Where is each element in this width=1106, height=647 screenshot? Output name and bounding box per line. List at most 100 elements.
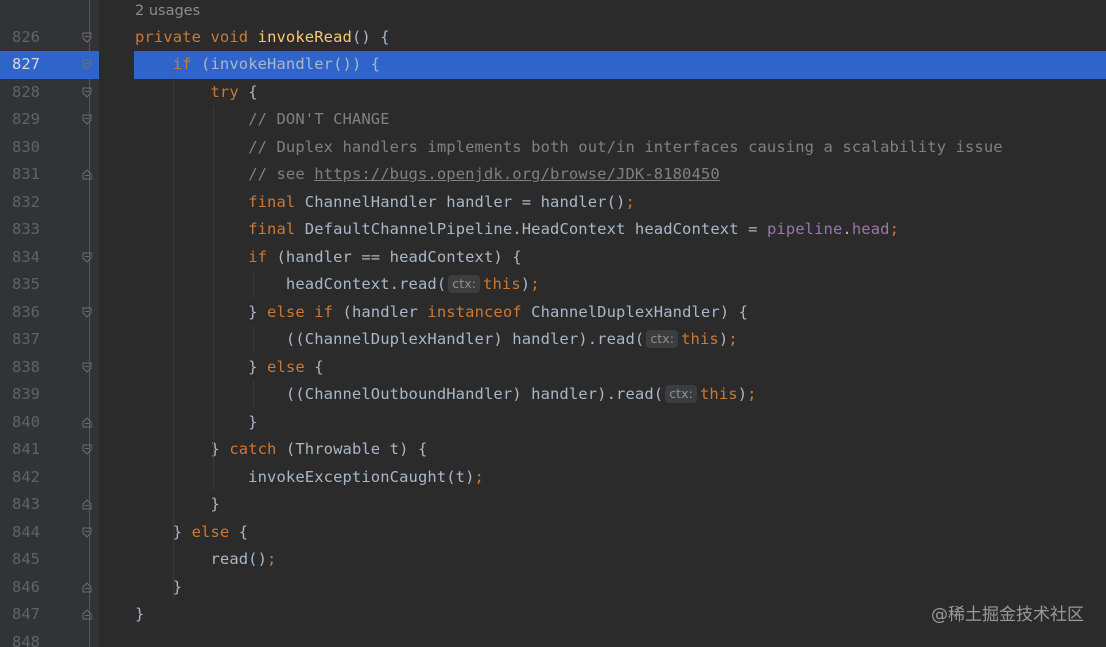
indent-guide [173,78,174,600]
fold-close-icon[interactable] [82,169,92,180]
keyword-token: this [681,330,719,348]
line-number: 835 [12,275,40,293]
code-token: } [135,605,145,623]
fold-open-icon[interactable] [82,362,92,373]
code-text[interactable]: } catch (Throwable t) { [135,436,427,464]
code-line[interactable]: 834 if (handler == headContext) { [0,244,1106,272]
code-text[interactable]: if (invokeHandler()) { [135,51,380,79]
code-text[interactable]: headContext.read(ctx: this); [135,271,540,299]
code-text[interactable]: } [135,601,144,629]
line-number: 848 [12,632,40,647]
code-token: } [135,495,220,513]
parameter-hint[interactable]: ctx: [448,275,481,293]
keyword-token: ; [625,192,635,211]
field-token: pipeline [766,220,843,238]
code-text[interactable]: } else { [135,354,324,382]
usages-hint[interactable]: 2 usages [135,0,200,22]
code-line[interactable]: 837 ((ChannelDuplexHandler) handler).rea… [0,326,1106,354]
fold-close-icon[interactable] [82,416,92,428]
fold-close-icon[interactable] [82,609,92,620]
keyword-token: ; [728,330,738,348]
fold-close-icon[interactable] [82,581,92,593]
code-text[interactable]: final DefaultChannelPipeline.HeadContext… [135,216,899,244]
code-token: . [842,220,852,238]
fold-open-icon[interactable] [82,444,92,455]
code-text[interactable]: ((ChannelOutboundHandler) handler).read(… [135,381,757,409]
fold-open-icon[interactable] [82,32,92,43]
fold-close-icon[interactable] [82,499,92,510]
line-number: 843 [12,495,40,513]
fold-open-icon[interactable] [82,59,92,70]
method-name-token: invokeRead [257,27,352,46]
fold-open-icon[interactable] [82,307,92,318]
comment-link[interactable]: https://bugs.openjdk.org/browse/JDK-8180… [314,165,720,183]
keyword-token: this [699,385,738,403]
code-text[interactable]: invokeExceptionCaught(t); [135,464,484,492]
code-line[interactable]: 843 } [0,491,1106,519]
code-text[interactable]: // see https://bugs.openjdk.org/browse/J… [135,161,720,189]
line-number: 829 [12,110,40,128]
code-token: } [135,302,268,321]
code-line[interactable]: 833 final DefaultChannelPipeline.HeadCon… [0,216,1106,244]
line-number: 827 [12,55,40,73]
code-line[interactable]: 846 } [0,574,1106,602]
code-line[interactable]: 840 } [0,409,1106,437]
code-text[interactable]: // Duplex handlers implements both out/i… [135,134,1003,162]
code-line[interactable]: 828 try { [0,79,1106,107]
indent-guide [213,106,214,490]
code-text[interactable]: private void invokeRead() { [135,24,390,52]
comment-token: // Duplex handlers implements both out/i… [248,137,1003,156]
code-line[interactable]: 844 } else { [0,519,1106,547]
code-text[interactable]: ((ChannelDuplexHandler) handler).read(ct… [135,326,738,354]
code-text[interactable]: } [135,491,220,519]
code-line[interactable]: 839 ((ChannelOutboundHandler) handler).r… [0,381,1106,409]
code-text[interactable]: try { [135,79,258,107]
code-text[interactable]: } [135,409,258,437]
code-token: { [238,522,249,541]
code-text[interactable]: if (handler == headContext) { [135,244,522,272]
code-line[interactable]: 842 invokeExceptionCaught(t); [0,464,1106,492]
line-number: 840 [12,412,40,431]
code-line[interactable]: 832 final ChannelHandler handler = handl… [0,189,1106,217]
fold-open-icon[interactable] [82,252,92,263]
indent-guide [253,326,254,353]
keyword-token: private [135,27,211,46]
watermark: @稀土掘金技术社区 [931,605,1084,625]
line-number: 847 [12,605,40,623]
fold-open-icon[interactable] [82,87,92,98]
code-line[interactable]: 845 read(); [0,546,1106,574]
line-number: 832 [12,192,40,211]
code-token: } [135,577,183,596]
keyword-token: ; [747,385,757,403]
fold-open-icon[interactable] [82,114,92,125]
code-token: ((ChannelOutboundHandler) handler).read( [135,385,664,403]
code-text[interactable]: read(); [135,546,276,574]
code-text[interactable]: } [135,574,182,602]
line-number: 830 [12,137,40,156]
code-line[interactable]: 829 // DON'T CHANGE [0,106,1106,134]
code-text[interactable]: final ChannelHandler handler = handler()… [135,189,635,217]
code-text[interactable]: } else if (handler instanceof ChannelDup… [135,299,748,327]
code-line[interactable]: 827 if (invokeHandler()) { [0,51,1106,79]
code-text[interactable]: } else { [135,519,248,547]
code-token: } [135,357,268,376]
code-line[interactable]: 830 // Duplex handlers implements both o… [0,134,1106,162]
code-line[interactable]: 835 headContext.read(ctx: this); [0,271,1106,299]
code-line[interactable]: 838 } else { [0,354,1106,382]
code-line[interactable]: 836 } else if (handler instanceof Channe… [0,299,1106,327]
fold-open-icon[interactable] [82,527,92,538]
keyword-token: else [191,522,239,541]
code-line[interactable]: 841 } catch (Throwable t) { [0,436,1106,464]
parameter-hint[interactable]: ctx: [665,385,697,403]
keyword-token: ; [530,275,540,293]
code-line[interactable]: 848 [0,629,1106,647]
code-line[interactable]: 826 private void invokeRead() { [0,24,1106,52]
parameter-hint[interactable]: ctx: [646,330,679,348]
code-editor[interactable]: 2 usages 826 private void invokeRead() {8… [0,0,1106,647]
code-line[interactable]: 831 // see https://bugs.openjdk.org/brow… [0,161,1106,189]
